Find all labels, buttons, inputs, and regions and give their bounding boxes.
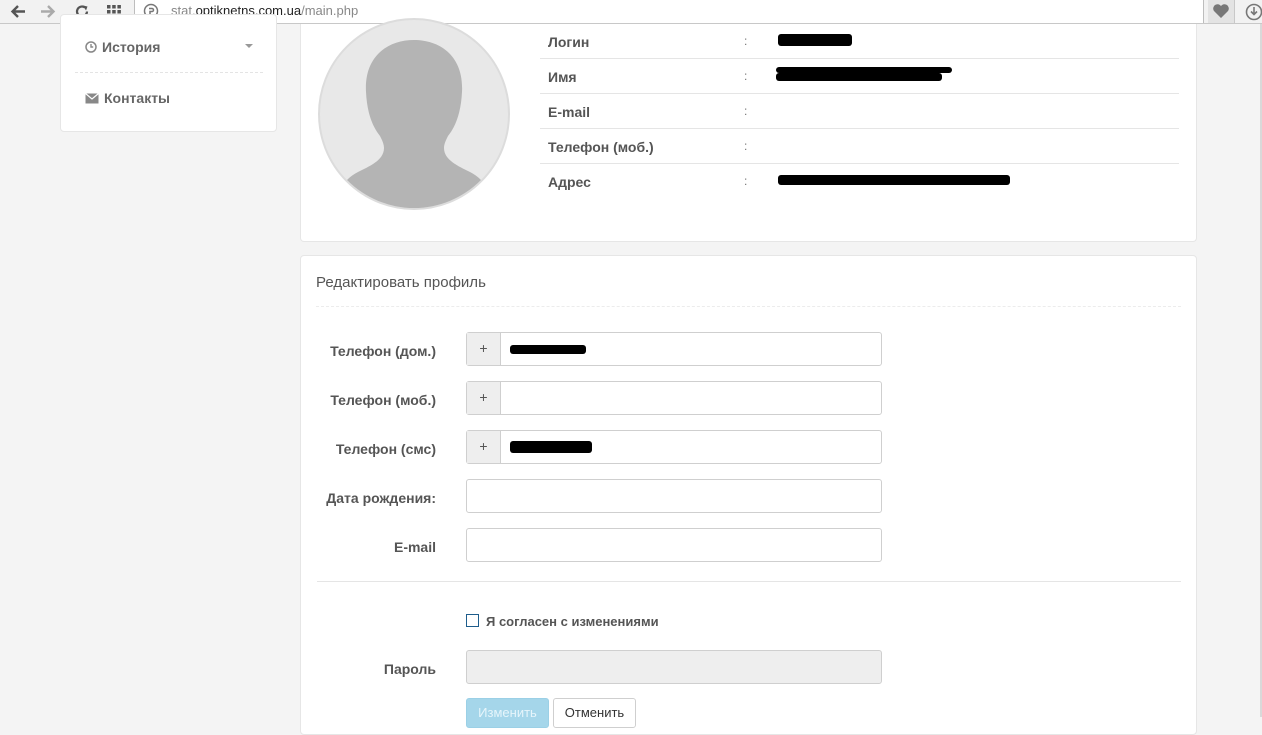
redacted-value <box>778 175 1010 185</box>
avatar <box>318 18 510 210</box>
row-label: Адрес <box>548 174 591 190</box>
divider <box>317 581 1181 582</box>
download-icon[interactable] <box>1245 3 1262 26</box>
row-separator: : <box>744 104 748 118</box>
birthdate-input[interactable] <box>466 479 882 513</box>
envelope-icon <box>85 92 99 103</box>
redacted-value <box>776 73 942 81</box>
row-label: Логин <box>548 34 590 50</box>
email-label: E-mail <box>393 539 436 555</box>
profile-row-mobile: Телефон (моб.) : <box>540 129 1179 164</box>
heart-icon <box>1213 4 1229 18</box>
profile-row-email: E-mail : <box>540 94 1179 129</box>
redacted-value <box>510 345 586 354</box>
address-bar[interactable]: stat.optiknetns.com.ua/main.php <box>134 0 1204 23</box>
divider <box>316 306 1181 307</box>
mobile-phone-input[interactable]: + <box>466 381 882 415</box>
profile-row-address: Адрес : <box>540 164 1179 199</box>
phone-prefix: + <box>467 333 501 365</box>
profile-row-name: Имя : <box>540 59 1179 94</box>
forward-arrow-icon[interactable] <box>39 3 57 20</box>
user-silhouette-icon <box>342 40 486 208</box>
divider <box>75 72 263 73</box>
sidebar-item-history[interactable]: История <box>85 39 160 55</box>
phone-prefix: + <box>467 431 501 463</box>
sms-phone-label: Телефон (смс) <box>335 441 436 457</box>
profile-card: Логин : Имя : E-mail : Телефон (моб.) : … <box>300 18 1197 242</box>
mobile-phone-label: Телефон (моб.) <box>330 392 436 408</box>
row-separator: : <box>744 174 748 188</box>
edit-profile-card: Редактировать профиль Телефон (дом.) + Т… <box>300 255 1197 735</box>
profile-row-login: Логин : <box>540 24 1179 59</box>
sidebar-menu: История Контакты <box>60 14 277 132</box>
cancel-button[interactable]: Отменить <box>553 698 636 728</box>
back-arrow-icon[interactable] <box>9 3 27 20</box>
password-input[interactable] <box>466 650 882 684</box>
row-label: E-mail <box>548 104 591 120</box>
sidebar-item-contacts[interactable]: Контакты <box>85 90 170 106</box>
birthdate-label: Дата рождения: <box>326 490 436 506</box>
sidebar-item-label: История <box>102 39 161 55</box>
clock-icon <box>85 41 97 53</box>
sms-phone-input[interactable]: + <box>466 430 882 464</box>
favorite-button[interactable] <box>1208 0 1235 23</box>
home-phone-input[interactable]: + <box>466 332 882 366</box>
phone-prefix: + <box>467 382 501 414</box>
home-phone-label: Телефон (дом.) <box>330 343 436 359</box>
row-separator: : <box>744 69 748 83</box>
password-label: Пароль <box>383 661 436 677</box>
row-label: Имя <box>548 69 577 85</box>
row-separator: : <box>744 139 748 153</box>
agree-checkbox[interactable] <box>466 614 479 627</box>
agree-label[interactable]: Я согласен с изменениями <box>486 614 659 629</box>
sidebar-item-label: Контакты <box>104 90 171 106</box>
row-label: Телефон (моб.) <box>548 139 654 155</box>
email-input[interactable] <box>466 528 882 562</box>
chevron-down-icon[interactable] <box>245 44 253 48</box>
submit-button[interactable]: Изменить <box>466 698 549 728</box>
redacted-value <box>510 441 592 453</box>
section-title: Редактировать профиль <box>316 274 486 291</box>
redacted-value <box>778 34 852 46</box>
row-separator: : <box>744 34 748 48</box>
